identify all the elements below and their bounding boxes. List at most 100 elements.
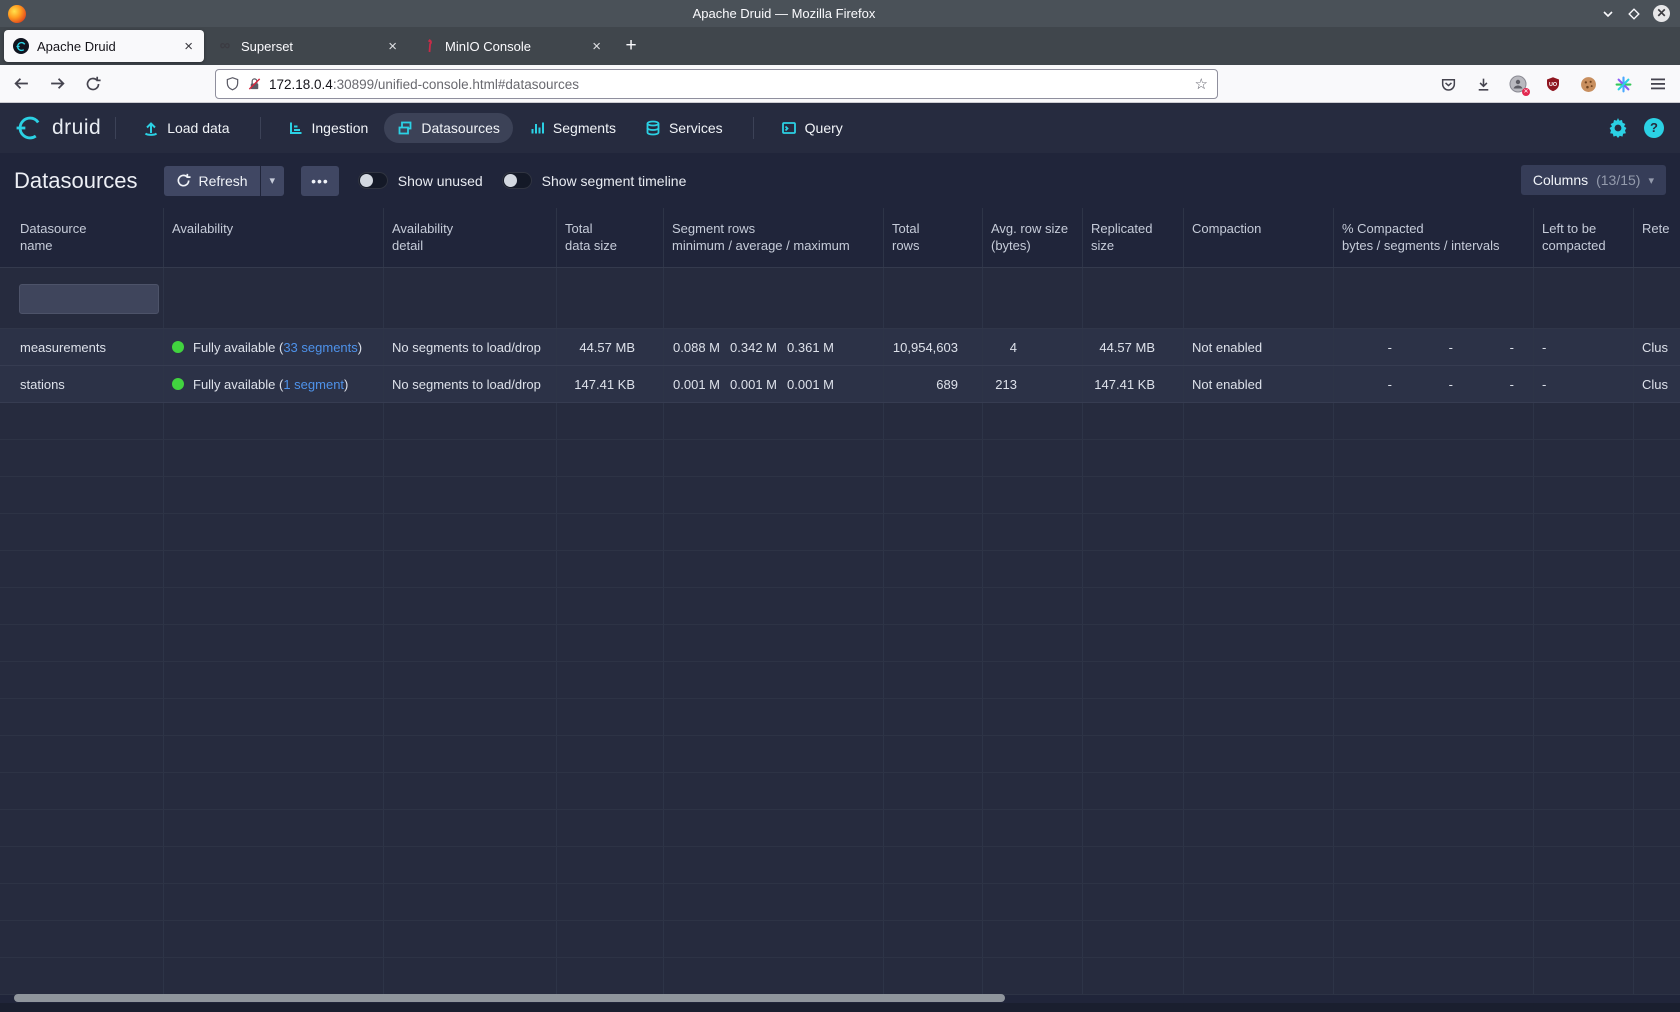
- table-cell-empty: [1083, 884, 1184, 920]
- empty-rows: [0, 403, 1680, 995]
- download-icon[interactable]: [1473, 74, 1493, 94]
- bookmark-star-icon[interactable]: ☆: [1195, 75, 1208, 93]
- col-header-availability-detail[interactable]: Availabilitydetail: [384, 208, 557, 267]
- col-header-pct-compacted[interactable]: % Compactedbytes / segments / intervals: [1334, 208, 1534, 267]
- horizontal-scrollbar[interactable]: [0, 993, 1680, 1003]
- nav-services[interactable]: Services: [632, 113, 736, 143]
- col-header-replicated-size[interactable]: Replicatedsize: [1083, 208, 1184, 267]
- table-cell-empty: [884, 847, 983, 883]
- tab-apache-druid[interactable]: Apache Druid ×: [4, 30, 204, 62]
- table-cell-empty: [0, 625, 164, 661]
- col-header-left-to-be-compacted[interactable]: Left to becompacted: [1534, 208, 1634, 267]
- cookie-icon[interactable]: [1578, 74, 1598, 94]
- menu-hamburger-icon[interactable]: [1648, 74, 1668, 94]
- show-unused-toggle[interactable]: [358, 172, 388, 189]
- settings-gear-icon[interactable]: [1608, 118, 1628, 138]
- col-header-compaction[interactable]: Compaction: [1184, 208, 1334, 267]
- url-bar[interactable]: 172.18.0.4:30899/unified-console.html#da…: [215, 69, 1218, 99]
- table-cell-empty: [384, 440, 557, 476]
- table-cell-empty: [557, 551, 664, 587]
- nav-label: Query: [805, 120, 843, 136]
- druid-logo[interactable]: druid: [16, 114, 101, 142]
- table-cell-empty: [983, 514, 1083, 550]
- tab-close-icon[interactable]: ×: [386, 38, 399, 55]
- cell-datasource-name[interactable]: stations: [0, 366, 164, 402]
- minimize-icon[interactable]: [1601, 7, 1615, 21]
- insecure-lock-icon[interactable]: [247, 76, 262, 92]
- table-cell-empty: [664, 551, 884, 587]
- table-cell-empty: [1334, 403, 1534, 439]
- columns-button[interactable]: Columns (13/15) ▾: [1521, 165, 1666, 195]
- forward-icon[interactable]: [42, 69, 72, 99]
- segments-link[interactable]: 1 segment: [283, 377, 344, 392]
- ublock-icon[interactable]: UO: [1543, 74, 1563, 94]
- table-cell-empty: [983, 551, 1083, 587]
- tab-title: Superset: [241, 39, 386, 54]
- reload-icon[interactable]: [78, 69, 108, 99]
- table-cell-empty: [1184, 588, 1334, 624]
- extension-icon[interactable]: ✕: [1508, 74, 1528, 94]
- tab-close-icon[interactable]: ×: [590, 38, 603, 55]
- table-cell-empty: [557, 921, 664, 957]
- table-cell-empty: [1184, 699, 1334, 735]
- table-cell-empty: [0, 736, 164, 772]
- nav-datasources[interactable]: Datasources: [384, 113, 513, 143]
- available-status-dot: [172, 378, 184, 390]
- table-cell-empty: [884, 699, 983, 735]
- table-cell-empty: [1334, 773, 1534, 809]
- table-cell-empty: [164, 625, 384, 661]
- tab-close-icon[interactable]: ×: [182, 38, 195, 55]
- col-header-availability[interactable]: Availability: [164, 208, 384, 267]
- table-cell-empty: [1083, 921, 1184, 957]
- col-header-retention[interactable]: Rete: [1634, 208, 1680, 267]
- cell-total-data-size: 44.57 MB: [557, 329, 664, 365]
- cell-datasource-name[interactable]: measurements: [0, 329, 164, 365]
- refresh-button[interactable]: Refresh: [164, 166, 260, 196]
- table-cell-empty: [0, 440, 164, 476]
- show-segment-timeline-toggle[interactable]: [502, 172, 532, 189]
- datasource-name-filter-input[interactable]: [19, 284, 159, 314]
- table-cell-empty: [557, 958, 664, 994]
- table-cell-empty: [884, 440, 983, 476]
- table-row-stations[interactable]: stations Fully available (1 segment) No …: [0, 366, 1680, 403]
- segments-link[interactable]: 33 segments: [283, 340, 357, 355]
- help-icon[interactable]: ?: [1644, 118, 1664, 138]
- table-cell-empty: [1184, 662, 1334, 698]
- col-header-total-rows[interactable]: Totalrows: [884, 208, 983, 267]
- table-row-empty: [0, 403, 1680, 440]
- services-icon: [645, 120, 661, 136]
- cell-total-rows: 10,954,603: [884, 329, 983, 365]
- refresh-dropdown-button[interactable]: ▾: [261, 166, 285, 196]
- table-cell-empty: [1634, 403, 1680, 439]
- more-actions-button[interactable]: •••: [301, 166, 339, 196]
- table-cell-empty: [384, 477, 557, 513]
- nav-load-data[interactable]: Load data: [130, 113, 242, 143]
- cell-segment-rows: 0.088 M0.342 M0.361 M: [664, 329, 884, 365]
- table-cell-empty: [664, 884, 884, 920]
- col-header-segment-rows[interactable]: Segment rowsminimum / average / maximum: [664, 208, 884, 267]
- window-title: Apache Druid — Mozilla Firefox: [0, 6, 1568, 21]
- pocket-icon[interactable]: [1438, 74, 1458, 94]
- close-icon[interactable]: ✕: [1653, 5, 1670, 22]
- table-cell-empty: [1334, 921, 1534, 957]
- tab-minio-console[interactable]: MinIO Console ×: [412, 30, 612, 62]
- back-icon[interactable]: [6, 69, 36, 99]
- table-cell-empty: [0, 884, 164, 920]
- col-header-datasource-name[interactable]: Datasourcename: [0, 208, 164, 267]
- nav-ingestion[interactable]: Ingestion: [275, 113, 382, 143]
- table-cell-empty: [557, 699, 664, 735]
- colorful-asterisk-icon[interactable]: [1613, 74, 1633, 94]
- col-header-avg-row-size[interactable]: Avg. row size(bytes): [983, 208, 1083, 267]
- table-row-measurements[interactable]: measurements Fully available (33 segment…: [0, 329, 1680, 366]
- col-header-total-data-size[interactable]: Totaldata size: [557, 208, 664, 267]
- shield-icon[interactable]: [225, 76, 240, 92]
- maximize-icon[interactable]: [1627, 7, 1641, 21]
- tab-superset[interactable]: ∞ Superset ×: [208, 30, 408, 62]
- table-cell-empty: [1184, 810, 1334, 846]
- new-tab-button[interactable]: +: [616, 31, 646, 61]
- more-dots-icon: •••: [311, 173, 329, 189]
- url-text: 172.18.0.4:30899/unified-console.html#da…: [269, 77, 579, 92]
- nav-segments[interactable]: Segments: [516, 113, 629, 143]
- nav-query[interactable]: Query: [768, 113, 856, 143]
- scrollbar-thumb[interactable]: [14, 994, 1005, 1002]
